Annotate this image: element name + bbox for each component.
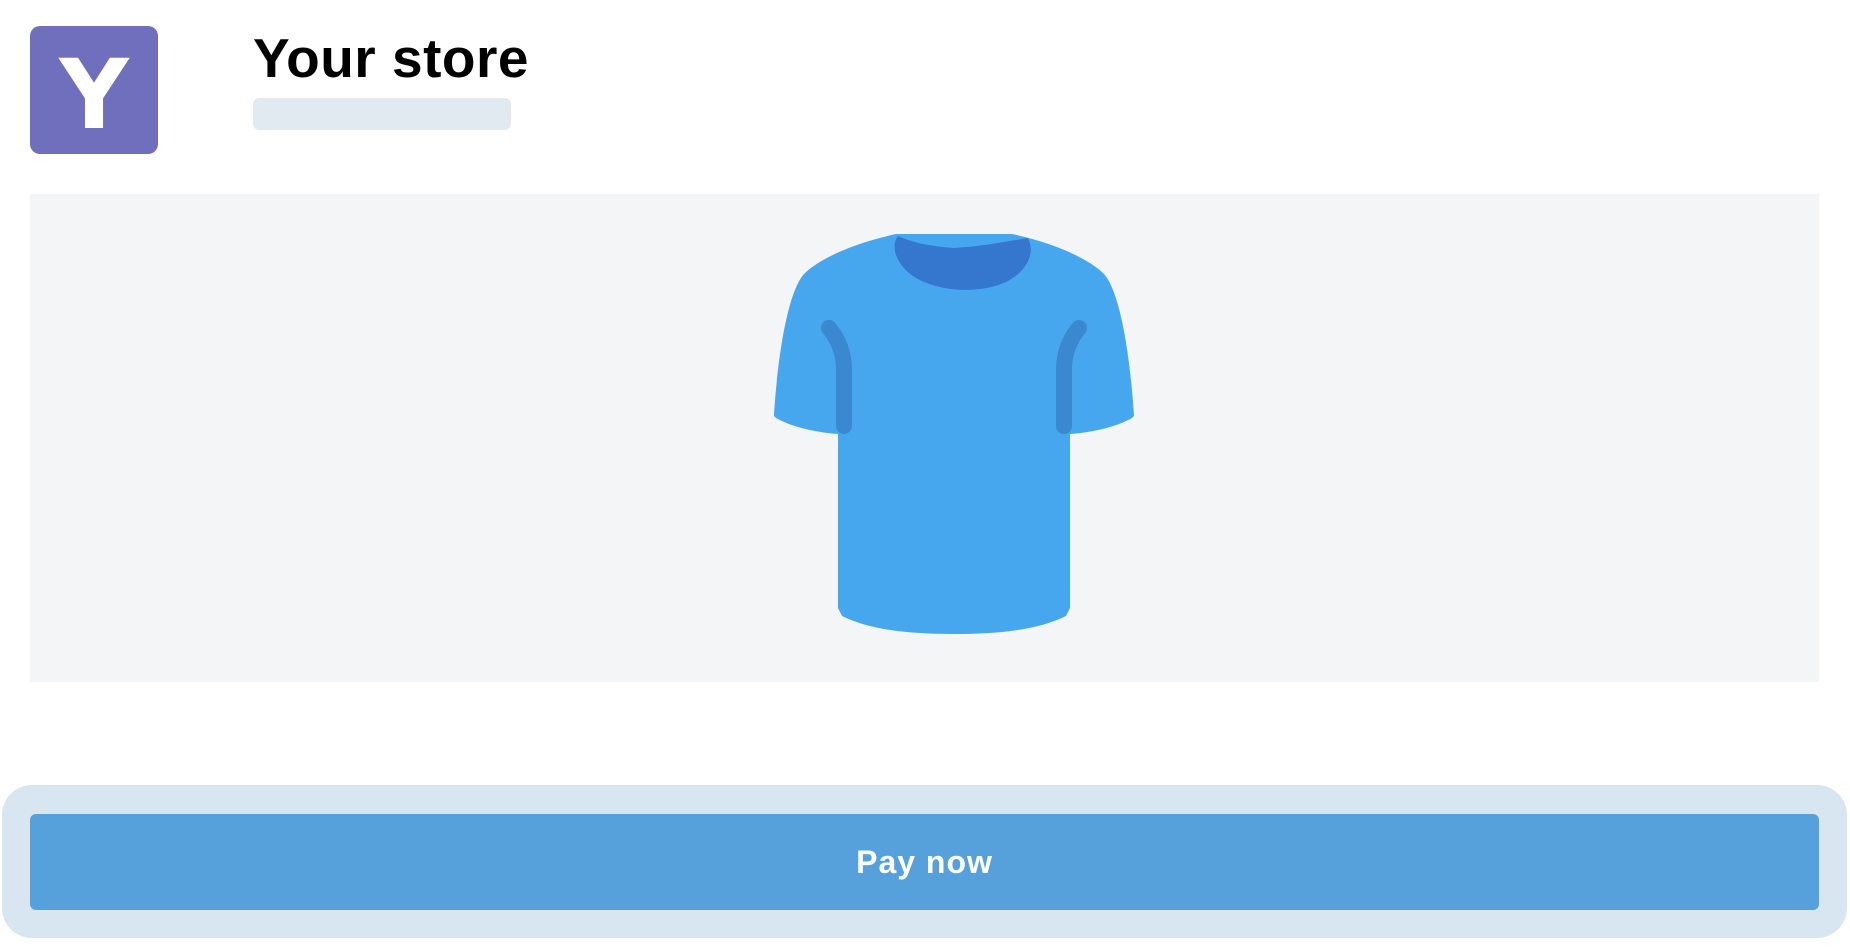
store-logo-letter: Y [59, 39, 129, 151]
pay-now-button[interactable]: Pay now [30, 814, 1819, 910]
store-title: Your store [253, 27, 529, 89]
tshirt-body [774, 234, 1134, 634]
tshirt-image [774, 234, 1134, 634]
store-logo: Y [30, 26, 158, 154]
store-subtitle-placeholder [253, 98, 511, 130]
pay-button-focus-ring: Pay now [2, 785, 1847, 938]
product-image-panel [30, 194, 1819, 682]
checkout-page: Y Your store Pay now [0, 0, 1850, 952]
